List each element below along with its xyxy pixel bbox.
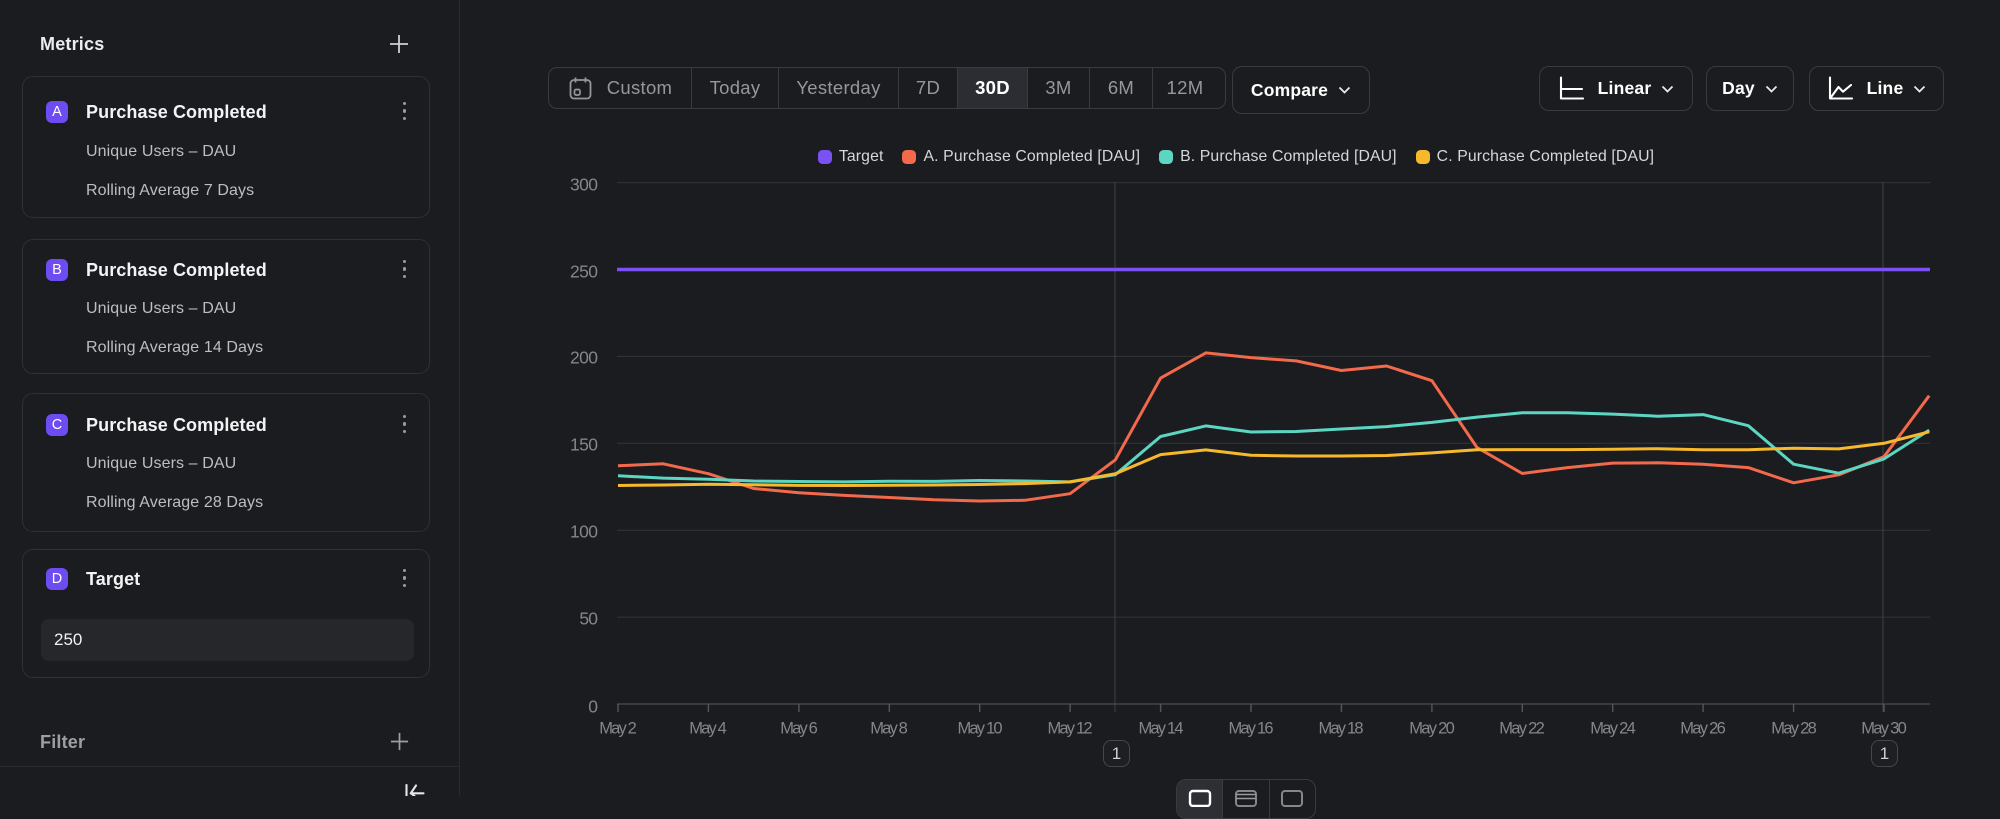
svg-text:May 20: May 20 bbox=[1409, 720, 1455, 738]
svg-text:May 24: May 24 bbox=[1590, 720, 1636, 738]
svg-text:May 22: May 22 bbox=[1499, 720, 1545, 738]
svg-text:May 6: May 6 bbox=[780, 720, 818, 738]
svg-text:May 10: May 10 bbox=[958, 720, 1003, 738]
svg-text:May 28: May 28 bbox=[1771, 720, 1817, 738]
svg-text:200: 200 bbox=[570, 348, 598, 368]
svg-text:May 2: May 2 bbox=[599, 720, 637, 738]
svg-text:50: 50 bbox=[579, 609, 598, 629]
svg-text:May 26: May 26 bbox=[1680, 720, 1726, 738]
svg-text:May 16: May 16 bbox=[1229, 720, 1274, 738]
svg-text:150: 150 bbox=[570, 435, 598, 455]
svg-text:100: 100 bbox=[570, 522, 598, 542]
svg-text:0: 0 bbox=[588, 697, 598, 717]
svg-text:300: 300 bbox=[570, 175, 598, 195]
svg-text:May 12: May 12 bbox=[1048, 720, 1093, 738]
svg-text:May 18: May 18 bbox=[1319, 720, 1364, 738]
svg-text:May 8: May 8 bbox=[870, 720, 908, 738]
svg-text:May 4: May 4 bbox=[689, 720, 727, 738]
svg-text:May 14: May 14 bbox=[1139, 720, 1184, 738]
svg-text:250: 250 bbox=[570, 262, 598, 282]
svg-text:May 30: May 30 bbox=[1861, 720, 1907, 738]
